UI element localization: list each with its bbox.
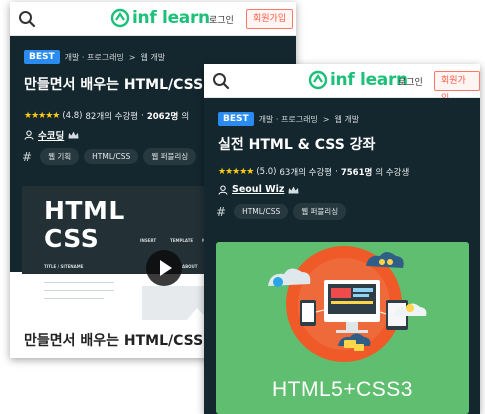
rating-score: (5.0)	[256, 167, 277, 177]
instructor-row: Seoul Wiz	[218, 184, 299, 195]
tag-chip[interactable]: HTML/CSS	[84, 149, 139, 164]
logo-text: inf learn	[132, 8, 210, 28]
thumbnail-text-css: CSS	[44, 224, 100, 253]
breadcrumb-separator: >	[322, 114, 330, 124]
instructor-name[interactable]: Seoul Wiz	[232, 184, 284, 195]
course-title: 실전 HTML & CSS 강좌	[218, 137, 376, 153]
breadcrumb-separator: >	[128, 52, 136, 62]
instructor-name[interactable]: 수코딩	[38, 128, 64, 142]
thumbnail-mini-label: INSERT	[140, 238, 157, 243]
rating-stars: ★★★★★	[24, 111, 60, 121]
breadcrumb: BEST 개발 · 프로그래밍 > 웹 개발	[24, 50, 165, 64]
login-link[interactable]: 로그인	[209, 13, 234, 26]
tag-chip[interactable]: HTML/CSS	[234, 204, 289, 219]
thumbnail-text-html: HTML	[44, 196, 125, 225]
signup-button[interactable]: 회원가입	[434, 71, 480, 104]
site-header: inf learn 로그인 회원가입	[10, 2, 296, 36]
thumbnail-rule	[44, 282, 114, 283]
best-badge: BEST	[24, 50, 60, 64]
thumbnail-mini-label: TEMPLATE	[170, 238, 194, 243]
inflearn-logo-icon	[308, 70, 328, 90]
review-count[interactable]: 82개의 수강평	[86, 110, 139, 122]
course-title: 만들면서 배우는 HTML/CSS	[24, 77, 204, 93]
thumbnail-rule	[44, 298, 104, 299]
hashtag-icon: #	[216, 204, 227, 219]
thumbnail-rule	[44, 290, 114, 291]
instructor-row: 수코딩	[24, 128, 79, 142]
search-icon[interactable]	[18, 10, 36, 28]
inflearn-logo[interactable]: inf learn	[308, 70, 408, 90]
breadcrumb-category[interactable]: 개발 · 프로그래밍	[65, 52, 124, 63]
course-thumbnail[interactable]: HTML5+CSS3	[216, 242, 469, 414]
student-suffix: 의	[181, 112, 190, 122]
course-card-front[interactable]: inf learn 로그인 회원가입 BEST 개발 · 프로그래밍 > 웹 개…	[204, 64, 480, 414]
course-hero: BEST 개발 · 프로그래밍 > 웹 개발 실전 HTML & CSS 강좌 …	[204, 98, 480, 414]
breadcrumb-subcategory[interactable]: 웹 개발	[141, 52, 166, 63]
site-header: inf learn 로그인 회원가입	[204, 64, 480, 104]
thumbnail-mini-label: TITLE / SITENAME	[44, 264, 84, 269]
breadcrumb-category[interactable]: 개발 · 프로그래밍	[259, 114, 318, 125]
best-badge: BEST	[218, 112, 254, 126]
inflearn-logo-icon	[110, 8, 130, 28]
user-icon	[24, 130, 34, 140]
search-icon[interactable]	[212, 72, 230, 90]
tag-list: # 웹 기획 HTML/CSS 웹 퍼블리싱	[22, 148, 197, 165]
crown-icon	[288, 186, 299, 193]
rating-row: ★★★★★ (4.8) 82개의 수강평 · 2062명 의	[24, 110, 190, 122]
logo-text: inf learn	[330, 70, 408, 90]
thumbnail-course-title[interactable]: 만들면서 배우는 HTML/CSS	[24, 330, 203, 350]
rating-score: (4.8)	[62, 111, 83, 121]
user-icon	[218, 185, 228, 195]
signup-button[interactable]: 회원가입	[246, 9, 294, 29]
student-suffix: 의 수강생	[375, 168, 410, 178]
thumbnail-mini-label: ABOUT	[182, 264, 198, 269]
student-count: 2062명	[146, 112, 179, 122]
crown-icon	[68, 131, 79, 139]
breadcrumb: BEST 개발 · 프로그래밍 > 웹 개발	[218, 112, 359, 126]
thumbnail-caption: HTML5+CSS3	[272, 378, 413, 401]
hashtag-icon: #	[22, 149, 33, 164]
breadcrumb-subcategory[interactable]: 웹 개발	[335, 114, 360, 125]
tag-list: # HTML/CSS 웹 퍼블리싱	[216, 203, 347, 220]
inflearn-logo[interactable]: inf learn	[110, 8, 210, 28]
rating-row: ★★★★★ (5.0) 63개의 수강평 · 7561명 의 수강생	[218, 166, 410, 178]
tag-chip[interactable]: 웹 퍼블리싱	[143, 148, 197, 165]
login-link[interactable]: 로그인	[398, 75, 423, 88]
play-button[interactable]	[146, 250, 182, 286]
tag-chip[interactable]: 웹 퍼블리싱	[293, 203, 347, 220]
rating-stars: ★★★★★	[218, 167, 254, 177]
tag-chip[interactable]: 웹 기획	[40, 148, 80, 165]
student-count: 7561명	[340, 168, 373, 178]
review-count[interactable]: 63개의 수강평	[280, 166, 333, 178]
